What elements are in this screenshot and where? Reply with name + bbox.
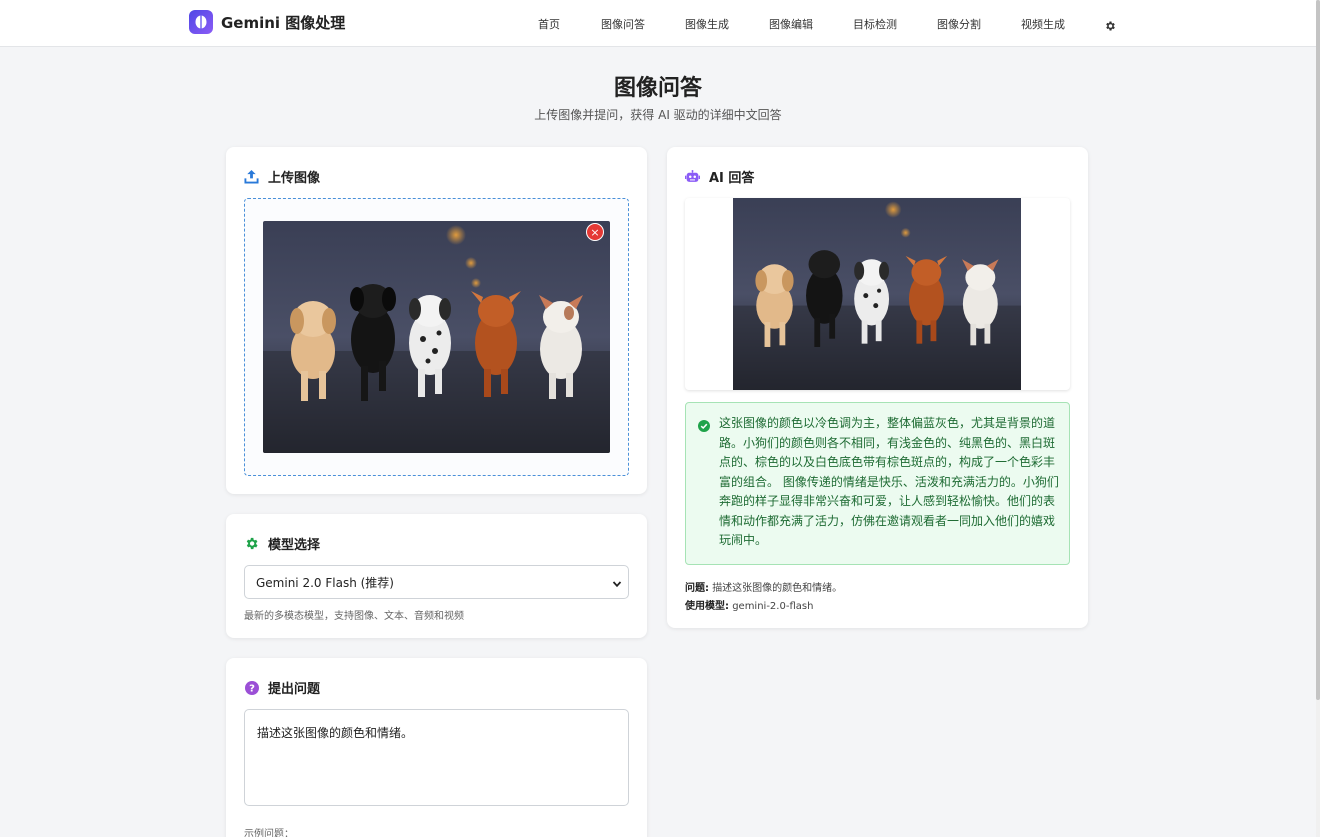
question-card-header: ? 提出问题 xyxy=(244,678,320,697)
question-textarea[interactable]: 描述这张图像的颜色和情绪。 xyxy=(244,709,629,806)
answer-question-meta: 问题: 描述这张图像的颜色和情绪。 xyxy=(685,579,842,594)
example-questions-label: 示例问题： xyxy=(244,829,294,837)
model-select[interactable]: Gemini 2.0 Flash (推荐) xyxy=(244,565,629,599)
uploaded-image-preview xyxy=(263,221,610,453)
model-card-title: 模型选择 xyxy=(268,538,321,553)
upload-card-header: 上传图像 xyxy=(244,167,320,186)
upload-card: 上传图像 × xyxy=(226,147,647,494)
page-subtitle: 上传图像并提问，获得 AI 驱动的详细中文回答 xyxy=(534,108,782,122)
settings-gear-icon[interactable] xyxy=(1104,17,1116,31)
answer-card-header: AI 回答 xyxy=(685,167,754,186)
model-meta-value: gemini-2.0-flash xyxy=(732,601,814,612)
chevron-down-icon xyxy=(612,578,622,588)
model-meta-label: 使用模型: xyxy=(685,601,729,612)
question-meta-label: 问题: xyxy=(685,583,709,594)
question-meta-value: 描述这张图像的颜色和情绪。 xyxy=(712,583,843,594)
svg-text:?: ? xyxy=(249,683,255,694)
page-scrollbar[interactable] xyxy=(1316,0,1320,837)
check-circle-icon xyxy=(698,417,710,432)
gear-icon xyxy=(244,536,259,551)
top-navbar: Gemini 图像处理 首页 图像问答 图像生成 图像编辑 目标检测 图像分割 … xyxy=(0,0,1316,47)
upload-card-title: 上传图像 xyxy=(268,171,321,186)
model-select-value: Gemini 2.0 Flash (推荐) xyxy=(256,575,394,590)
image-dropzone[interactable]: × xyxy=(244,198,629,476)
model-card-header: 模型选择 xyxy=(244,534,320,553)
answer-card-title: AI 回答 xyxy=(709,171,755,186)
scroll-thumb[interactable] xyxy=(1316,0,1320,700)
nav-item-object-detection[interactable]: 目标检测 xyxy=(853,16,897,32)
gemini-logo-icon xyxy=(189,10,213,34)
question-circle-icon: ? xyxy=(244,680,259,695)
upload-icon xyxy=(244,169,259,184)
model-selection-card: 模型选择 Gemini 2.0 Flash (推荐) 最新的多模态模型，支持图像… xyxy=(226,514,647,638)
ai-answer-card: AI 回答 这张图像的颜色以冷色调为主，整体偏蓝灰色，尤其是背景的道路。小狗们的… xyxy=(667,147,1088,628)
nav-item-image-segmentation[interactable]: 图像分割 xyxy=(937,16,981,32)
page-title: 图像问答 xyxy=(613,76,702,101)
nav-item-image-generation[interactable]: 图像生成 xyxy=(685,16,729,32)
answer-image xyxy=(733,198,1021,390)
question-card-title: 提出问题 xyxy=(268,682,321,697)
remove-image-button[interactable]: × xyxy=(586,223,604,241)
brand[interactable]: Gemini 图像处理 xyxy=(189,10,345,34)
brand-title: Gemini 图像处理 xyxy=(221,13,346,32)
model-description: 最新的多模态模型，支持图像、文本、音频和视频 xyxy=(244,611,464,622)
nav-item-video-generation[interactable]: 视频生成 xyxy=(1021,16,1065,32)
answer-image-frame xyxy=(685,198,1070,390)
answer-text: 这张图像的颜色以冷色调为主，整体偏蓝灰色，尤其是背景的道路。小狗们的颜色则各不相… xyxy=(719,416,1059,547)
nav-item-image-qa[interactable]: 图像问答 xyxy=(601,16,645,32)
answer-model-meta: 使用模型: gemini-2.0-flash xyxy=(685,597,813,612)
nav-item-image-editing[interactable]: 图像编辑 xyxy=(769,16,813,32)
question-card: ? 提出问题 描述这张图像的颜色和情绪。 示例问题： xyxy=(226,658,647,837)
robot-icon xyxy=(685,169,700,184)
answer-result-box: 这张图像的颜色以冷色调为主，整体偏蓝灰色，尤其是背景的道路。小狗们的颜色则各不相… xyxy=(685,402,1070,565)
nav-item-home[interactable]: 首页 xyxy=(538,16,560,32)
